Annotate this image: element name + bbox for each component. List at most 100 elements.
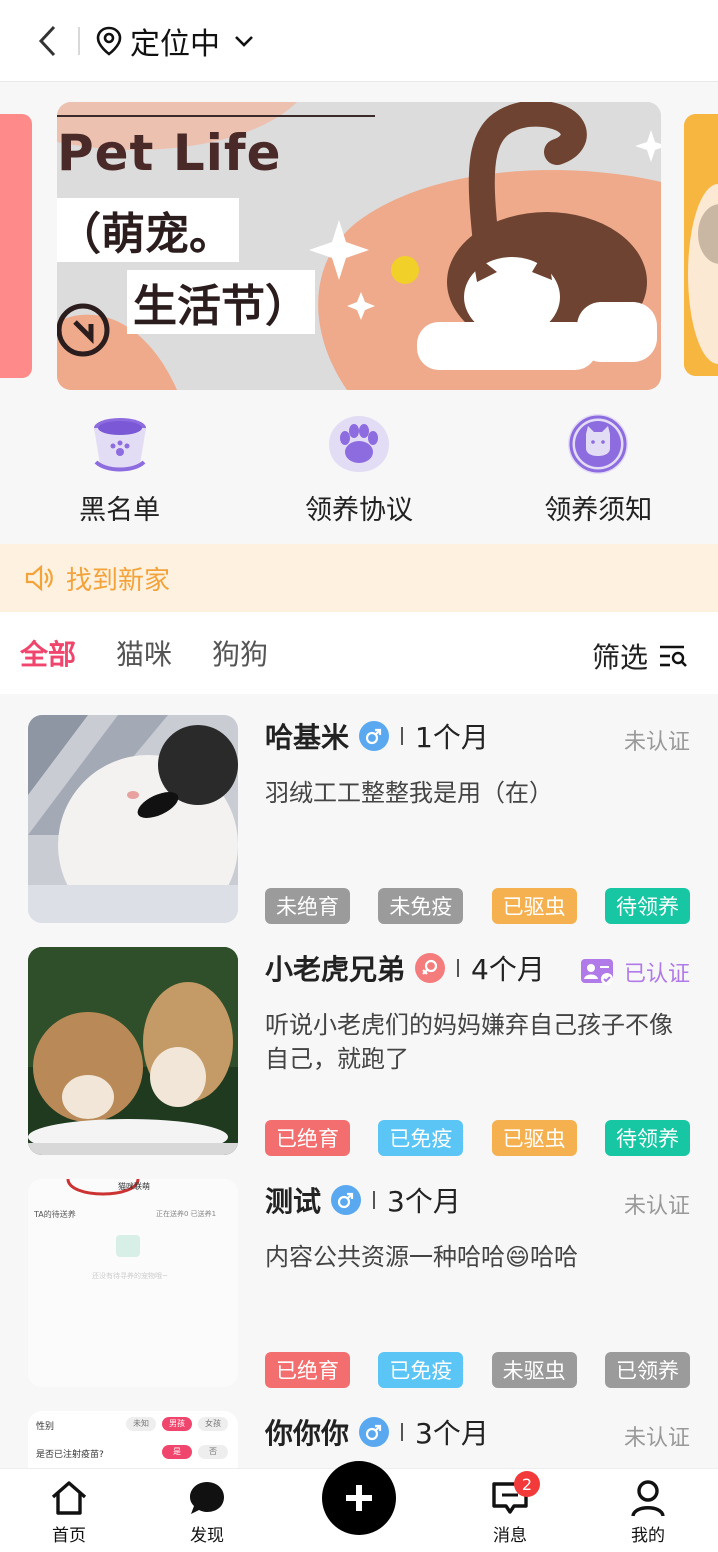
bottom-nav: 首页 发现 2 消息 我的 xyxy=(0,1461,718,1552)
verified-id-icon xyxy=(580,959,613,985)
pet-photo-screenshot: 性别 未知 男孩 女孩 是否已注射疫苗? 是 否 xyxy=(28,1411,238,1470)
chevron-down-icon xyxy=(235,35,253,47)
banner-prev-slide[interactable] xyxy=(0,114,32,378)
tag: 未免疫 xyxy=(378,888,464,924)
divider xyxy=(401,727,404,745)
user-icon xyxy=(631,1480,665,1517)
form-opt-girl: 女孩 xyxy=(198,1417,228,1431)
pet-title-row: 小老虎兄弟 4个月 xyxy=(265,948,545,988)
cert-status-verified: 已认证 xyxy=(580,956,690,988)
banner-subtitle-2: 生活节） xyxy=(127,270,315,334)
cert-text: 已认证 xyxy=(623,962,690,987)
entry-adoption-notice[interactable]: 领养须知 xyxy=(479,400,718,540)
banner-carousel[interactable]: Pet Life （萌宠。 生活节） xyxy=(0,100,718,392)
entry-label: 领养须知 xyxy=(544,495,653,526)
cat-photo-image xyxy=(28,715,238,923)
tab-dogs[interactable]: 狗狗 xyxy=(212,633,268,673)
banner-title: Pet Life xyxy=(57,124,282,182)
pet-card[interactable]: 猫咪联萌 TA的待送养 正在送养0 已送养1 还没有待寻养的宠物哦~ 测试 3个… xyxy=(0,1164,718,1396)
divider xyxy=(457,959,460,977)
pet-card[interactable]: 性别 未知 男孩 女孩 是否已注射疫苗? 是 否 你你你 3个月 未认证 xyxy=(0,1396,718,1470)
cert-status: 未认证 xyxy=(623,1194,690,1219)
pet-name: 小老虎兄弟 xyxy=(265,953,406,986)
cat-badge-icon xyxy=(568,414,629,474)
screenshot-right: 正在送养0 已送养1 xyxy=(156,1210,217,1218)
pet-title-row: 你你你 3个月 xyxy=(265,1412,489,1452)
cert-status: 未认证 xyxy=(623,1426,690,1451)
location-pin-icon xyxy=(96,26,122,56)
message-badge: 2 xyxy=(514,1471,540,1497)
pet-photo xyxy=(28,947,238,1155)
notice-bar[interactable]: 找到新家 xyxy=(0,544,718,612)
filter-button[interactable]: 筛选 xyxy=(592,636,688,676)
pet-name: 哈基米 xyxy=(265,721,350,754)
screenshot-title: 猫咪联萌 xyxy=(118,1182,150,1191)
home-icon xyxy=(51,1481,87,1515)
pet-age: 4个月 xyxy=(471,953,545,986)
chat-bubble-icon xyxy=(190,1482,224,1514)
nav-discover[interactable]: 发现 xyxy=(167,1479,247,1546)
male-icon xyxy=(331,1185,362,1215)
pet-card[interactable]: 小老虎兄弟 4个月 已认证 听说小老虎们的妈妈嫌弃自己孩子不像自己，就跑了 已绝… xyxy=(0,932,718,1164)
tag: 已绝育 xyxy=(265,1352,350,1388)
paw-icon xyxy=(328,416,389,472)
female-icon xyxy=(415,953,446,983)
nav-messages[interactable]: 2 消息 xyxy=(470,1471,550,1546)
tag: 已免疫 xyxy=(378,1120,464,1156)
notice-text: 找到新家 xyxy=(66,565,171,596)
location-selector[interactable]: 定位中 xyxy=(96,19,254,63)
pet-tags: 已绝育 已免疫 已驱虫 待领养 xyxy=(265,1120,690,1156)
tag: 已驱虫 xyxy=(491,1120,577,1156)
entry-adoption-agreement[interactable]: 领养协议 xyxy=(239,400,478,540)
divider xyxy=(373,1191,376,1209)
tag: 待领养 xyxy=(604,1120,690,1156)
tab-all[interactable]: 全部 xyxy=(20,633,76,673)
chevron-left-icon xyxy=(38,25,56,56)
pet-list: 哈基米 1个月 未认证 羽绒工工整整我是用（在） 未绝育 未免疫 已驱虫 待领养 xyxy=(0,700,718,1470)
pet-description: 内容公共资源一种哈哈😄哈哈 xyxy=(265,1243,579,1271)
pet-name: 你你你 xyxy=(265,1417,350,1450)
kittens-photo-image xyxy=(28,947,238,1155)
speaker-icon xyxy=(25,564,53,592)
plus-icon xyxy=(346,1485,372,1511)
tag: 已绝育 xyxy=(265,1120,350,1156)
form-vaccine-label: 是否已注射疫苗? xyxy=(36,1450,104,1460)
pet-age: 3个月 xyxy=(387,1185,461,1218)
nav-mine[interactable]: 我的 xyxy=(608,1479,688,1546)
pet-name: 测试 xyxy=(265,1185,322,1218)
tag: 待领养 xyxy=(604,888,690,924)
tag: 已驱虫 xyxy=(491,888,577,924)
header-divider xyxy=(78,26,80,55)
screenshot-empty: 还没有待寻养的宠物哦~ xyxy=(92,1272,168,1280)
back-button[interactable] xyxy=(18,11,78,71)
pet-tags: 已绝育 已免疫 未驱虫 已领养 xyxy=(265,1352,690,1388)
banner-next-slide[interactable] xyxy=(684,114,718,376)
pet-age: 3个月 xyxy=(415,1417,489,1450)
filter-icon xyxy=(660,645,687,667)
pet-title-row: 哈基米 1个月 xyxy=(265,716,489,756)
male-icon xyxy=(359,721,390,751)
nav-home[interactable]: 首页 xyxy=(29,1479,109,1546)
cert-status: 未认证 xyxy=(623,730,690,755)
tag: 已领养 xyxy=(604,1352,690,1388)
nav-label: 发现 xyxy=(190,1526,224,1546)
tag: 未驱虫 xyxy=(491,1352,577,1388)
publish-button[interactable] xyxy=(322,1461,396,1535)
category-tabs: 全部 猫咪 狗狗 筛选 xyxy=(0,612,718,694)
entry-blacklist[interactable]: 黑名单 xyxy=(0,400,239,540)
location-text: 定位中 xyxy=(130,26,220,62)
nav-label: 我的 xyxy=(631,1526,665,1546)
pet-card[interactable]: 哈基米 1个月 未认证 羽绒工工整整我是用（在） 未绝育 未免疫 已驱虫 待领养 xyxy=(0,700,718,932)
entry-label: 领养协议 xyxy=(304,495,413,526)
pet-description: 羽绒工工整整我是用（在） xyxy=(265,779,553,807)
pet-description: 听说小老虎们的妈妈嫌弃自己孩子不像自己，就跑了 xyxy=(265,1011,673,1073)
form-opt-no: 否 xyxy=(198,1445,228,1459)
form-gender-label: 性别 xyxy=(36,1422,55,1432)
form-opt-boy: 男孩 xyxy=(162,1417,192,1431)
tab-cats[interactable]: 猫咪 xyxy=(116,633,172,673)
pet-age: 1个月 xyxy=(415,721,489,754)
banner-slide[interactable]: Pet Life （萌宠。 生活节） xyxy=(57,102,661,390)
pet-tags: 未绝育 未免疫 已驱虫 待领养 xyxy=(265,888,690,924)
quick-entries: 黑名单 领养协议 领养须知 xyxy=(0,400,718,540)
pet-photo xyxy=(28,715,238,923)
